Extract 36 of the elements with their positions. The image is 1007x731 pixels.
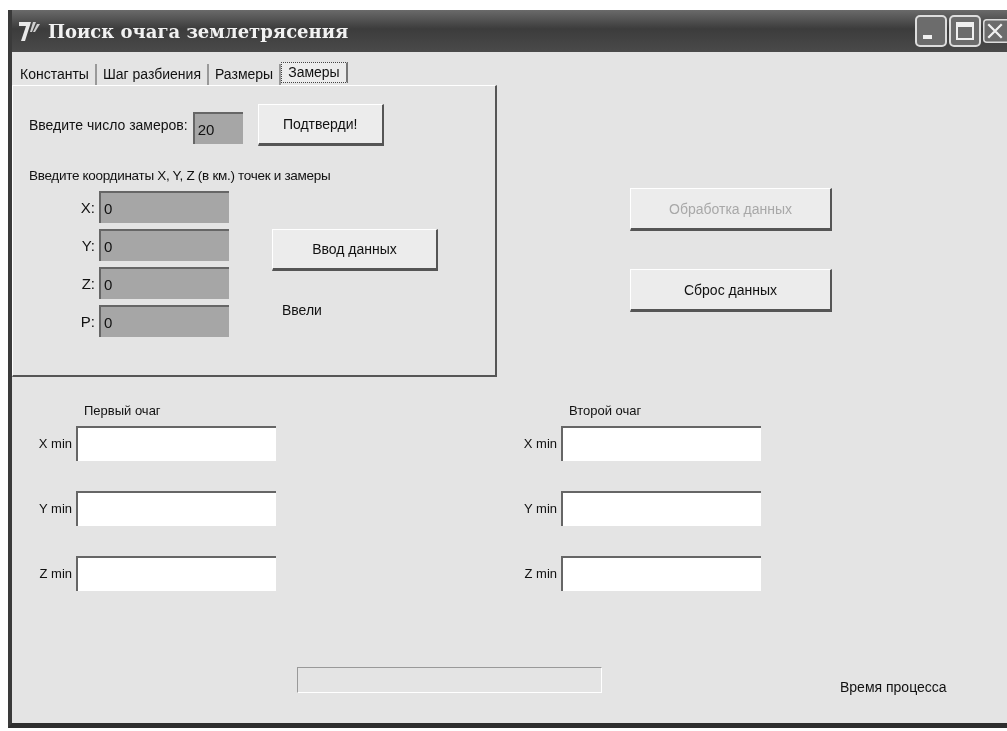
coordinate-min-field[interactable] — [561, 491, 761, 526]
focus-title: Первый очаг — [84, 403, 161, 418]
coordinate-field[interactable]: 0 — [99, 267, 229, 299]
focus-title: Второй очаг — [569, 403, 642, 418]
field-label: Y min — [523, 501, 557, 516]
process-time-label: Время процесса — [840, 679, 947, 695]
field-label: X min — [522, 436, 557, 451]
coordinate-field[interactable]: 0 — [99, 229, 229, 261]
coordinate-field[interactable]: 0 — [99, 191, 229, 223]
confirm-button[interactable]: Подтверди! — [257, 104, 384, 146]
status-label: Ввели — [282, 302, 323, 318]
coordinate-min-field[interactable] — [561, 426, 761, 461]
action-button[interactable]: Сброс данных — [630, 269, 832, 312]
tab[interactable]: Шаг разбиения — [96, 64, 209, 85]
count-field[interactable]: 20 — [192, 112, 243, 144]
window-title: Поиск очага землетрясения — [48, 20, 350, 42]
minimize-button[interactable] — [915, 15, 947, 47]
coordinate-label: X: — [79, 198, 95, 216]
coordinate-min-field[interactable] — [76, 426, 276, 461]
tab[interactable]: Замеры — [281, 62, 348, 83]
coordinate-field[interactable]: 0 — [99, 305, 229, 337]
count-label: Введите число замеров: — [29, 117, 188, 133]
field-label: X min — [37, 436, 72, 451]
field-label: Z min — [38, 566, 72, 581]
coordinate-label: Y: — [80, 236, 95, 254]
field-label: Y min — [38, 501, 72, 516]
coordinate-min-field[interactable] — [76, 491, 276, 526]
tab[interactable]: Константы — [14, 64, 97, 85]
coordinate-min-field[interactable] — [76, 556, 276, 591]
field-label: Z min — [523, 566, 557, 581]
coordinates-label: Введите координаты X, Y, Z (в км.) точек и замеры — [29, 168, 332, 183]
enter-data-button[interactable]: Ввод данных — [272, 229, 438, 271]
coordinate-min-field[interactable] — [561, 556, 761, 591]
maximize-button[interactable] — [949, 15, 981, 47]
coordinate-label: Z: — [80, 274, 95, 292]
coordinate-label: P: — [79, 312, 95, 330]
